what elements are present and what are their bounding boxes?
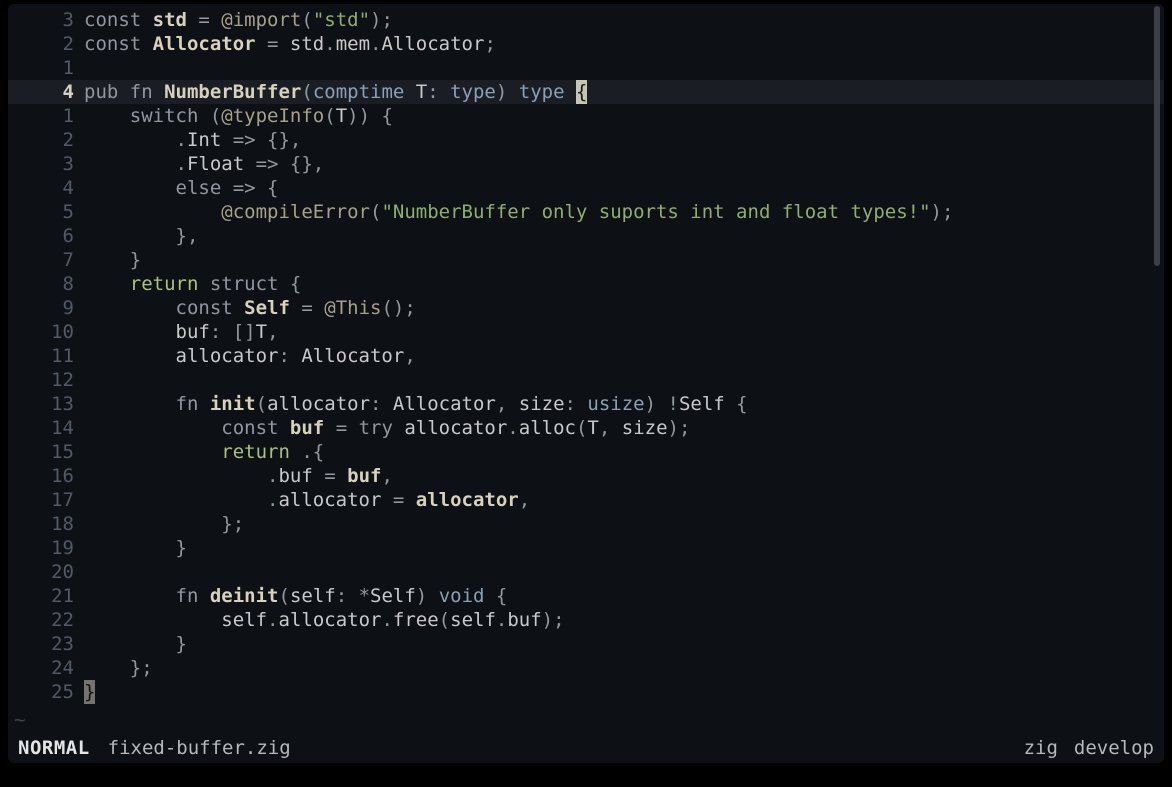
line-number: 23 xyxy=(8,632,84,656)
code-content: const Allocator = std.mem.Allocator; xyxy=(84,32,1164,56)
code-line[interactable]: 24 }; xyxy=(8,656,1164,680)
line-number: 14 xyxy=(8,416,84,440)
code-content: @compileError("NumberBuffer only suports… xyxy=(84,200,1164,224)
line-number: 20 xyxy=(8,560,84,584)
code-line[interactable]: 1 xyxy=(8,56,1164,80)
line-number: 19 xyxy=(8,536,84,560)
line-number: 6 xyxy=(8,224,84,248)
code-content: .allocator = allocator, xyxy=(84,488,1164,512)
line-number: 17 xyxy=(8,488,84,512)
line-number: 21 xyxy=(8,584,84,608)
line-number: 13 xyxy=(8,392,84,416)
code-content xyxy=(84,368,1164,392)
mode-indicator: NORMAL xyxy=(18,736,90,760)
code-line[interactable]: 20 xyxy=(8,560,1164,584)
code-line[interactable]: 25} xyxy=(8,680,1164,704)
code-line[interactable]: 18 }; xyxy=(8,512,1164,536)
code-line[interactable]: 8 return struct { xyxy=(8,272,1164,296)
code-line[interactable]: 21 fn deinit(self: *Self) void { xyxy=(8,584,1164,608)
code-line[interactable]: 13 fn init(allocator: Allocator, size: u… xyxy=(8,392,1164,416)
code-content: } xyxy=(84,632,1164,656)
code-line[interactable]: 1 switch (@typeInfo(T)) { xyxy=(8,104,1164,128)
code-line[interactable]: 5 @compileError("NumberBuffer only supor… xyxy=(8,200,1164,224)
code-line[interactable]: 2 .Int => {}, xyxy=(8,128,1164,152)
code-line[interactable]: 19 } xyxy=(8,536,1164,560)
git-branch: develop xyxy=(1074,736,1154,760)
code-content: else => { xyxy=(84,176,1164,200)
line-number: 12 xyxy=(8,368,84,392)
code-content: return .{ xyxy=(84,440,1164,464)
code-line[interactable]: 17 .allocator = allocator, xyxy=(8,488,1164,512)
code-content: buf: []T, xyxy=(84,320,1164,344)
code-line[interactable]: 22 self.allocator.free(self.buf); xyxy=(8,608,1164,632)
code-content: } xyxy=(84,248,1164,272)
code-line[interactable]: 11 allocator: Allocator, xyxy=(8,344,1164,368)
code-line[interactable]: 6 }, xyxy=(8,224,1164,248)
end-of-buffer-marker: ~ xyxy=(14,708,25,732)
line-number: 4 xyxy=(8,80,84,104)
line-number: 16 xyxy=(8,464,84,488)
code-line[interactable]: 16 .buf = buf, xyxy=(8,464,1164,488)
line-number: 7 xyxy=(8,248,84,272)
line-number: 5 xyxy=(8,200,84,224)
code-content: .Int => {}, xyxy=(84,128,1164,152)
line-number: 22 xyxy=(8,608,84,632)
code-line[interactable]: 4pub fn NumberBuffer(comptime T: type) t… xyxy=(8,80,1164,104)
code-line[interactable]: 3 .Float => {}, xyxy=(8,152,1164,176)
line-number: 9 xyxy=(8,296,84,320)
code-line[interactable]: 14 const buf = try allocator.alloc(T, si… xyxy=(8,416,1164,440)
cursor: } xyxy=(84,680,95,704)
code-content: } xyxy=(84,680,1164,704)
code-content: allocator: Allocator, xyxy=(84,344,1164,368)
line-number: 10 xyxy=(8,320,84,344)
code-content: pub fn NumberBuffer(comptime T: type) ty… xyxy=(84,80,1164,104)
code-content: const buf = try allocator.alloc(T, size)… xyxy=(84,416,1164,440)
code-content: }, xyxy=(84,224,1164,248)
cursor: { xyxy=(576,80,587,104)
code-line[interactable]: 2const Allocator = std.mem.Allocator; xyxy=(8,32,1164,56)
scrollbar[interactable] xyxy=(1154,6,1160,763)
code-content: } xyxy=(84,536,1164,560)
code-content xyxy=(84,560,1164,584)
line-number: 11 xyxy=(8,344,84,368)
code-line[interactable]: 23 } xyxy=(8,632,1164,656)
line-number: 18 xyxy=(8,512,84,536)
code-line[interactable]: 7 } xyxy=(8,248,1164,272)
code-line[interactable]: 9 const Self = @This(); xyxy=(8,296,1164,320)
code-content: return struct { xyxy=(84,272,1164,296)
code-content: const Self = @This(); xyxy=(84,296,1164,320)
code-line[interactable]: 3const std = @import("std"); xyxy=(8,8,1164,32)
code-content: self.allocator.free(self.buf); xyxy=(84,608,1164,632)
code-content: .buf = buf, xyxy=(84,464,1164,488)
code-content: }; xyxy=(84,656,1164,680)
code-content: fn init(allocator: Allocator, size: usiz… xyxy=(84,392,1164,416)
line-number: 2 xyxy=(8,128,84,152)
code-content: .Float => {}, xyxy=(84,152,1164,176)
code-line[interactable]: 12 xyxy=(8,368,1164,392)
statusline: NORMAL fixed-buffer.zig zig develop xyxy=(8,735,1164,763)
filetype: zig xyxy=(1024,736,1058,760)
code-content: fn deinit(self: *Self) void { xyxy=(84,584,1164,608)
code-content xyxy=(84,56,1164,80)
code-line[interactable]: 10 buf: []T, xyxy=(8,320,1164,344)
line-number: 24 xyxy=(8,656,84,680)
scrollbar-thumb[interactable] xyxy=(1154,6,1160,266)
editor-window: 3const std = @import("std");2const Alloc… xyxy=(8,4,1164,763)
line-number: 1 xyxy=(8,56,84,80)
code-content: const std = @import("std"); xyxy=(84,8,1164,32)
code-line[interactable]: 15 return .{ xyxy=(8,440,1164,464)
line-number: 3 xyxy=(8,152,84,176)
code-content: }; xyxy=(84,512,1164,536)
code-area[interactable]: 3const std = @import("std");2const Alloc… xyxy=(8,8,1164,733)
line-number: 25 xyxy=(8,680,84,704)
line-number: 4 xyxy=(8,176,84,200)
filename: fixed-buffer.zig xyxy=(108,736,291,760)
code-line[interactable]: 4 else => { xyxy=(8,176,1164,200)
code-content: switch (@typeInfo(T)) { xyxy=(84,104,1164,128)
line-number: 8 xyxy=(8,272,84,296)
line-number: 15 xyxy=(8,440,84,464)
line-number: 3 xyxy=(8,8,84,32)
line-number: 1 xyxy=(8,104,84,128)
line-number: 2 xyxy=(8,32,84,56)
